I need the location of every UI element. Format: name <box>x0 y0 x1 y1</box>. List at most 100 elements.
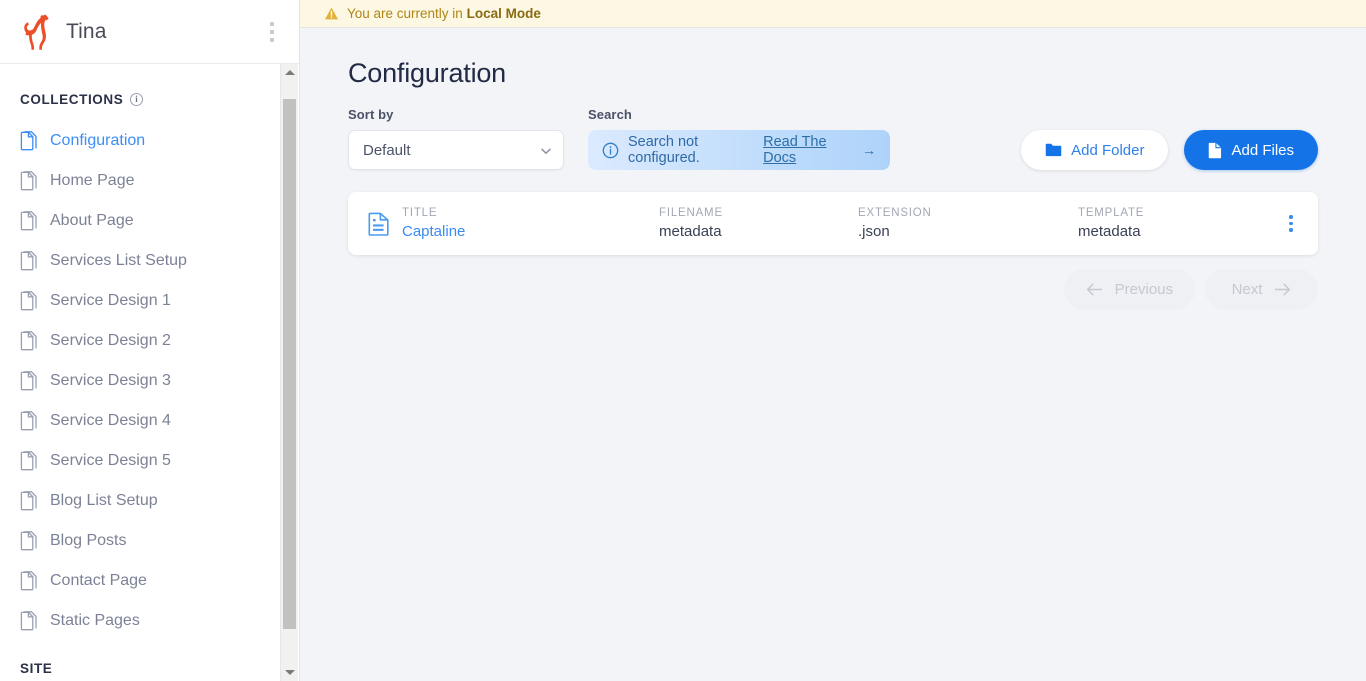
section-label: SITE <box>20 661 53 676</box>
document-icon <box>20 291 38 311</box>
sidebar-item-label: Service Design 2 <box>50 332 171 349</box>
cell-extension: EXTENSION .json <box>858 207 1078 240</box>
document-icon <box>20 251 38 271</box>
scroll-down-arrow-icon[interactable] <box>281 664 298 681</box>
banner-mode: Local Mode <box>466 6 541 21</box>
search-notice-text: Search not configured. <box>628 134 700 166</box>
sidebar-item-label: Home Page <box>50 172 135 189</box>
column-header-filename: FILENAME <box>659 207 723 219</box>
sidebar-item-label: About Page <box>50 212 134 229</box>
dot <box>270 37 274 42</box>
dot <box>270 21 274 26</box>
sidebar-item-label: Services List Setup <box>50 252 187 269</box>
sidebar-item-blog-list-setup[interactable]: Blog List Setup <box>0 481 279 521</box>
sidebar-item-label: Contact Page <box>50 572 147 589</box>
document-icon <box>20 531 38 551</box>
document-icon <box>20 131 38 151</box>
document-lines-icon <box>368 212 390 236</box>
sidebar-item-label: Static Pages <box>50 612 140 629</box>
search-label: Search <box>588 107 632 122</box>
sidebar-item-label: Configuration <box>50 132 146 149</box>
next-label: Next <box>1231 281 1263 298</box>
row-title-link[interactable]: Captaline <box>402 223 659 240</box>
sidebar-scroll-area: COLLECTIONS i Configuration Home Page Ab… <box>0 64 299 681</box>
scrollbar-track[interactable] <box>281 81 298 664</box>
sort-by-value: Default <box>363 141 411 159</box>
brand-title: Tina <box>66 19 107 43</box>
sidebar-item-configuration[interactable]: Configuration <box>0 121 279 161</box>
previous-label: Previous <box>1114 281 1173 298</box>
document-icon <box>20 211 38 231</box>
sidebar-scrollbar[interactable] <box>280 64 298 681</box>
sidebar-item-service-design-3[interactable]: Service Design 3 <box>0 361 279 401</box>
folder-icon <box>1045 143 1062 157</box>
document-icon <box>20 451 38 471</box>
sidebar-kebab-menu-icon[interactable] <box>259 17 285 47</box>
sidebar-item-service-design-1[interactable]: Service Design 1 <box>0 281 279 321</box>
add-folder-button[interactable]: Add Folder <box>1021 130 1169 170</box>
cell-template: TEMPLATE metadata <box>1078 207 1274 240</box>
row-kebab-menu-icon[interactable] <box>1274 207 1308 241</box>
sidebar-item-home-page[interactable]: Home Page <box>0 161 279 201</box>
sidebar-item-service-design-4[interactable]: Service Design 4 <box>0 401 279 441</box>
document-icon <box>20 571 38 591</box>
column-header-extension: EXTENSION <box>858 207 932 219</box>
column-header-template: TEMPLATE <box>1078 207 1145 219</box>
row-extension-value: .json <box>858 223 890 240</box>
add-files-label: Add Files <box>1231 141 1294 159</box>
arrow-right-icon: → <box>862 142 876 158</box>
dot <box>1289 221 1293 226</box>
chevron-down-icon <box>540 144 551 155</box>
next-page-button[interactable]: Next <box>1205 269 1318 310</box>
toolbar: Sort by Default Search Search not config… <box>348 107 1318 170</box>
table-row[interactable]: TITLE Captaline FILENAME metadata EXTENS… <box>348 192 1318 255</box>
sort-by-label: Sort by <box>348 107 394 122</box>
info-circle-icon[interactable]: i <box>130 93 144 106</box>
banner-text: You are currently in Local Mode <box>347 6 541 21</box>
add-folder-label: Add Folder <box>1071 141 1145 159</box>
sidebar-item-label: Service Design 4 <box>50 412 171 429</box>
document-icon <box>20 371 38 391</box>
column-header-title: TITLE <box>402 207 438 219</box>
app-root: Tina COLLECTIONS i Configuration Home Pa… <box>0 0 1366 681</box>
sidebar-item-about-page[interactable]: About Page <box>0 201 279 241</box>
sidebar-item-service-design-5[interactable]: Service Design 5 <box>0 441 279 481</box>
add-files-button[interactable]: Add Files <box>1184 130 1318 170</box>
sidebar-item-service-design-2[interactable]: Service Design 2 <box>0 321 279 361</box>
sidebar-item-label: Blog Posts <box>50 532 127 549</box>
scrollbar-thumb[interactable] <box>283 99 296 629</box>
sidebar-item-label: Service Design 3 <box>50 372 171 389</box>
sidebar-section-site: SITE <box>0 661 279 676</box>
pagination: Previous Next <box>348 269 1318 310</box>
row-template-value: metadata <box>1078 223 1141 240</box>
main-area: You are currently in Local Mode Configur… <box>300 0 1366 681</box>
arrow-right-icon <box>1274 283 1291 296</box>
sidebar-item-label: Service Design 5 <box>50 452 171 469</box>
section-label: COLLECTIONS <box>20 92 124 107</box>
sort-by-field: Sort by Default <box>348 107 564 170</box>
document-icon <box>20 611 38 631</box>
sidebar-item-static-pages[interactable]: Static Pages <box>0 601 279 641</box>
sidebar-section-collections: COLLECTIONS i <box>0 92 279 107</box>
file-icon <box>1208 142 1222 159</box>
row-filename-value: metadata <box>659 223 722 240</box>
sidebar-item-services-list-setup[interactable]: Services List Setup <box>0 241 279 281</box>
sidebar-item-blog-posts[interactable]: Blog Posts <box>0 521 279 561</box>
tina-llama-logo-icon <box>20 14 54 50</box>
local-mode-banner: You are currently in Local Mode <box>300 0 1366 28</box>
read-the-docs-link[interactable]: Read The Docs <box>763 134 850 166</box>
sidebar-item-contact-page[interactable]: Contact Page <box>0 561 279 601</box>
sidebar-header: Tina <box>0 0 299 64</box>
document-icon <box>20 411 38 431</box>
sort-by-select[interactable]: Default <box>348 130 564 170</box>
document-icon <box>20 491 38 511</box>
search-not-configured-notice: Search not configured. Read The Docs → <box>588 130 890 170</box>
document-icon <box>20 331 38 351</box>
scroll-up-arrow-icon[interactable] <box>281 64 298 81</box>
dot <box>270 29 274 34</box>
previous-page-button[interactable]: Previous <box>1063 269 1195 310</box>
content-region: Configuration Sort by Default Search Sea… <box>300 28 1366 681</box>
document-icon <box>20 171 38 191</box>
sidebar: Tina COLLECTIONS i Configuration Home Pa… <box>0 0 300 681</box>
